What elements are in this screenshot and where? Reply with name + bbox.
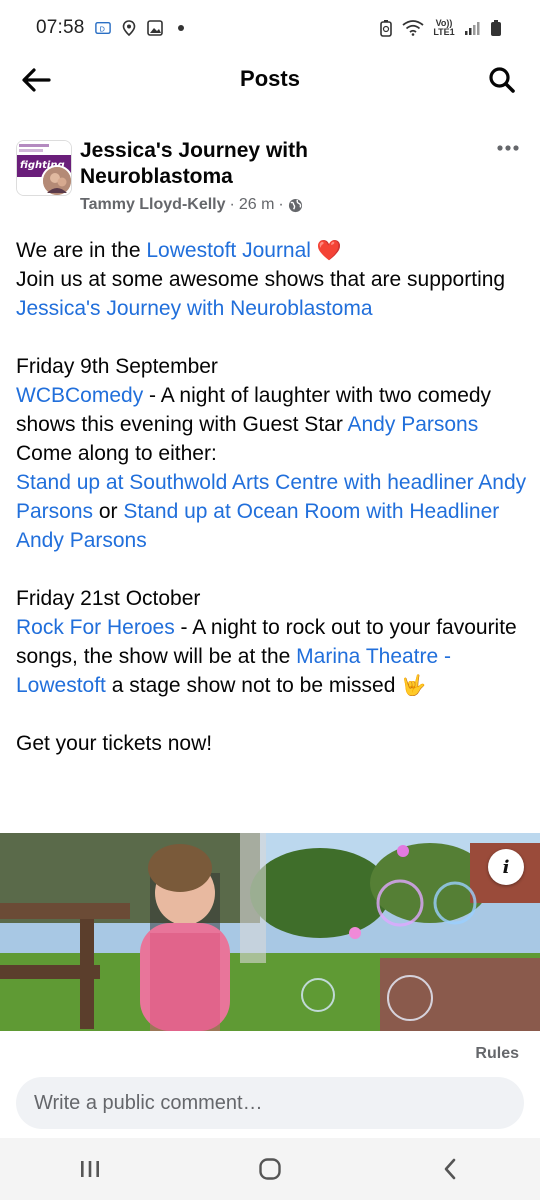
meta-separator: ·: [278, 196, 284, 213]
page-avatar[interactable]: fighting: [16, 140, 72, 196]
status-bar: 07:58 D Vo)) LTE1: [0, 0, 540, 56]
location-icon: [121, 20, 137, 36]
post-more-button[interactable]: [492, 136, 524, 160]
lowestoft-journal-link[interactable]: Lowestoft Journal: [146, 239, 311, 262]
status-left-icons: D: [94, 20, 189, 36]
network-label: Vo)) LTE1: [433, 18, 455, 37]
event-date: Friday 21st October: [16, 587, 201, 610]
battery-saver-icon: [378, 20, 394, 37]
andy-parsons-link[interactable]: Andy Parsons: [348, 413, 479, 436]
more-dots-icon: [497, 145, 519, 151]
back-chevron-icon: [444, 1158, 456, 1180]
author-avatar: [41, 165, 71, 195]
closing-line: Get your tickets now!: [16, 732, 213, 755]
search-icon: [489, 67, 515, 93]
post-photo[interactable]: i: [0, 833, 540, 1031]
page-name[interactable]: Jessica's Journey with Neuroblastoma: [80, 138, 460, 190]
app-header: Posts: [0, 56, 540, 102]
photo-illustration: [0, 833, 540, 1031]
text-segment: Join us at some awesome shows that are s…: [16, 268, 506, 291]
recent-apps-icon: [81, 1161, 99, 1177]
text-segment: or: [93, 500, 124, 523]
status-time: 07:58: [36, 17, 85, 38]
author-name[interactable]: Tammy Lloyd-Kelly: [80, 196, 226, 214]
photo-info-button[interactable]: i: [488, 849, 524, 885]
wcbcomedy-link[interactable]: WCBComedy: [16, 384, 143, 407]
event-date: Friday 9th September: [16, 355, 218, 378]
post-header: fighting Jessica's Journey with Neurobla…: [16, 134, 524, 224]
meta-separator: ·: [229, 196, 235, 213]
wifi-icon: [402, 20, 424, 36]
status-right-icons: Vo)) LTE1: [378, 19, 504, 37]
recent-apps-button[interactable]: [60, 1147, 120, 1191]
post-time[interactable]: 26 m: [239, 196, 275, 214]
svg-text:D: D: [99, 25, 105, 34]
post-line: Come along to either:: [16, 442, 217, 465]
dot-icon: [173, 20, 189, 36]
back-button[interactable]: [18, 62, 54, 98]
system-back-button[interactable]: [420, 1147, 480, 1191]
system-nav-bar: [0, 1138, 540, 1200]
home-icon: [259, 1158, 281, 1180]
arrow-left-icon: [22, 68, 51, 92]
page-link[interactable]: Jessica's Journey with Neuroblastoma: [16, 297, 373, 320]
battery-icon: [488, 20, 504, 36]
text-segment: We are in the: [16, 239, 147, 262]
search-button[interactable]: [484, 62, 520, 98]
comment-input[interactable]: [16, 1077, 524, 1129]
post-meta: Tammy Lloyd-Kelly · 26 m ·: [80, 196, 303, 214]
post-line: Stand up at Southwold Arts Centre with h…: [16, 468, 528, 555]
post-body: We are in the Lowestoft Journal ❤️ Join …: [16, 236, 528, 758]
screen-mirror-icon: D: [94, 20, 111, 36]
post-line: We are in the Lowestoft Journal ❤️: [16, 236, 528, 265]
page-title: Posts: [240, 66, 300, 91]
rules-link[interactable]: Rules: [475, 1045, 519, 1063]
post-line: Join us at some awesome shows that are s…: [16, 265, 528, 323]
post-line: Rock For Heroes - A night to rock out to…: [16, 613, 528, 700]
heart-emoji: ❤️: [316, 238, 342, 262]
image-icon: [146, 20, 163, 36]
globe-icon: [288, 198, 302, 212]
text-segment: a stage show not to be missed: [105, 674, 402, 697]
signal-icon: [464, 20, 480, 36]
rock-hand-emoji: 🤟: [401, 673, 427, 697]
home-button[interactable]: [240, 1147, 300, 1191]
post-line: WCBComedy - A night of laughter with two…: [16, 381, 528, 439]
rock-for-heroes-link[interactable]: Rock For Heroes: [16, 616, 175, 639]
